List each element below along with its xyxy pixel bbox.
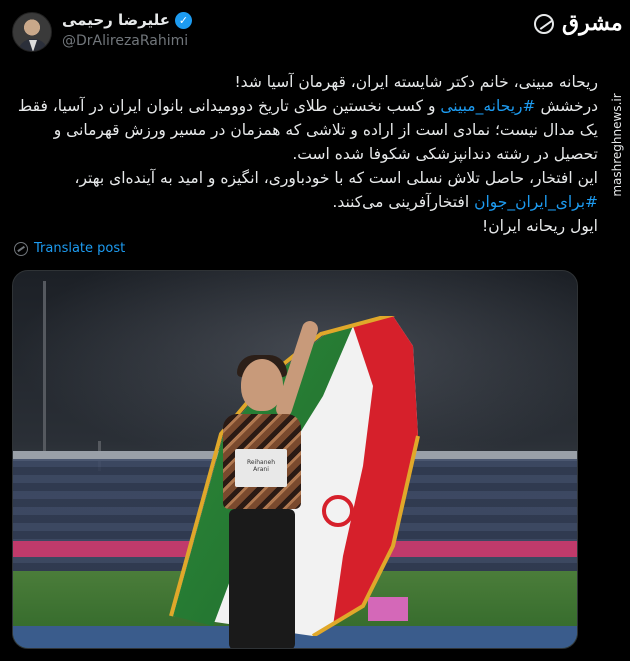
author-handle[interactable]: @DrAlirezaRahimi [62, 33, 192, 49]
grok-icon[interactable] [534, 14, 554, 34]
post-line-2: درخشش #ریحانه_مبینی و کسب نخستین طلای تا… [17, 97, 598, 163]
post-header: علیرضا رحیمی ✓ @DrAlirezaRahimi مشرق [0, 0, 630, 66]
site-watermark: mashreghnews.ir [607, 80, 627, 210]
athlete: Reihaneh Arani [201, 318, 321, 648]
post-image[interactable]: Reihaneh Arani [12, 270, 578, 649]
post-line-3: این افتخار، حاصل تلاش نسلی است که با خود… [74, 169, 598, 211]
post-text: ریحانه مبینی، خانم دکتر شایسته ایران، قه… [16, 70, 598, 238]
avatar[interactable] [12, 12, 52, 52]
author-info[interactable]: علیرضا رحیمی ✓ @DrAlirezaRahimi [62, 11, 192, 49]
athlete-bib-text: Reihaneh Arani [246, 459, 276, 473]
athlete-head [241, 359, 283, 411]
translate-icon [14, 241, 28, 256]
author-display-name[interactable]: علیرضا رحیمی ✓ [62, 11, 192, 29]
athlete-legs [229, 509, 295, 648]
brand-logo: مشرق [562, 10, 624, 36]
post-line-4: ایول ریحانه ایران! [482, 217, 598, 235]
light-pole [43, 281, 46, 461]
hashtag-link[interactable]: #ریحانه_مبینی [440, 97, 535, 115]
author-name-text[interactable]: علیرضا رحیمی [62, 11, 170, 29]
watermark-text: mashreghnews.ir [610, 93, 624, 197]
hashtag-link[interactable]: #برای_ایران_جوان [474, 193, 598, 211]
post-line-1: ریحانه مبینی، خانم دکتر شایسته ایران، قه… [234, 73, 598, 91]
translate-label[interactable]: Translate post [34, 241, 125, 256]
verified-badge-icon: ✓ [174, 11, 192, 29]
translate-post-link[interactable]: Translate post [14, 241, 125, 256]
